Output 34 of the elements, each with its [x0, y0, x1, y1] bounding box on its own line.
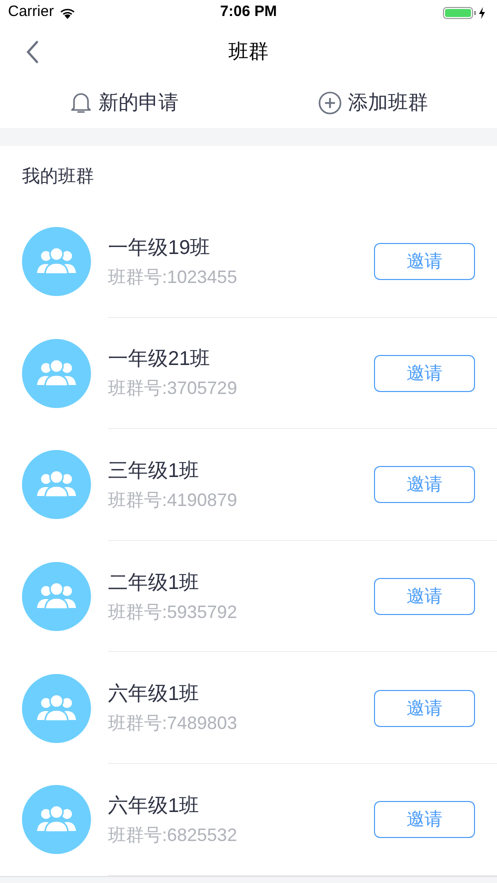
group-name: 一年级21班: [108, 347, 212, 372]
group-avatar-icon: [22, 674, 91, 743]
group-avatar-icon: [22, 338, 91, 408]
group-number: 班群号:1023455: [108, 266, 238, 289]
bell-icon: [70, 91, 92, 115]
back-icon[interactable]: [25, 40, 39, 64]
group-number: 班群号:6825532: [108, 824, 238, 847]
group-name: 二年级1班: [108, 570, 200, 596]
wifi-icon: [58, 6, 76, 18]
group-avatar-icon: [22, 785, 91, 854]
group-avatar-icon: [22, 450, 91, 520]
group-name: 三年级1班: [108, 458, 200, 484]
invite-button[interactable]: 邀请: [374, 466, 475, 504]
page-title: 班群: [228, 40, 268, 64]
group-avatar-icon: [22, 227, 91, 296]
clock-time: 7:06 PM: [220, 2, 277, 22]
invite-button[interactable]: 邀请: [374, 578, 475, 616]
group-number: 班群号:4190879: [108, 488, 238, 512]
group-name: 一年级19班: [108, 236, 212, 261]
group-number: 班群号:5935792: [108, 600, 238, 624]
carrier-label: Carrier: [8, 2, 54, 22]
invite-button[interactable]: 邀请: [374, 801, 475, 838]
add-group-button[interactable]: 添加班群: [248, 78, 497, 128]
group-number: 班群号:3705729: [108, 377, 238, 400]
invite-button[interactable]: 邀请: [374, 354, 475, 392]
section-title: 我的班群: [22, 164, 94, 188]
invite-button[interactable]: 邀请: [374, 243, 475, 280]
add-icon: [318, 91, 342, 115]
group-name: 六年级1班: [108, 682, 200, 708]
group-avatar-icon: [22, 562, 91, 632]
invite-button[interactable]: 邀请: [374, 690, 475, 727]
new-requests-button[interactable]: 新的申请: [0, 78, 248, 128]
group-number: 班群号:7489803: [108, 712, 238, 736]
group-name: 六年级1班: [108, 794, 200, 819]
